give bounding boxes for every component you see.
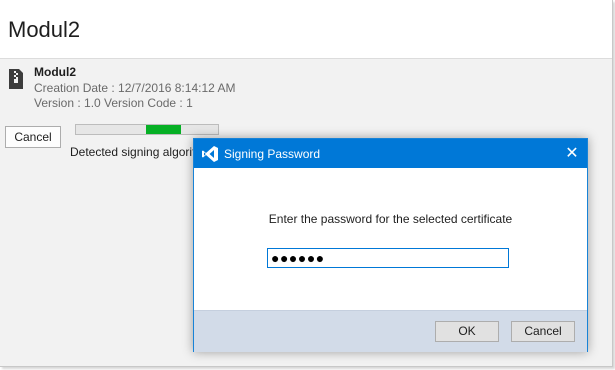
close-icon[interactable]: ✕ [557, 139, 587, 168]
dialog-title-bar[interactable]: Signing Password ✕ [194, 139, 587, 168]
password-field[interactable]: ●●●●●● [267, 248, 509, 268]
creation-date: Creation Date : 12/7/2016 8:14:12 AM [34, 81, 236, 95]
version-info: Version : 1.0 Version Code : 1 [34, 96, 193, 110]
page-header: Modul2 [0, 0, 612, 59]
signing-password-dialog: Signing Password ✕ Enter the password fo… [193, 138, 588, 352]
visual-studio-icon [202, 146, 218, 162]
item-name: Modul2 [34, 65, 76, 79]
cancel-button[interactable]: Cancel [5, 126, 61, 148]
dialog-title: Signing Password [224, 147, 321, 161]
status-text: Detected signing algorithm [70, 145, 194, 159]
progress-fill [145, 125, 182, 134]
password-prompt: Enter the password for the selected cert… [268, 212, 513, 226]
progress-bar [75, 124, 219, 135]
page-title: Modul2 [8, 17, 81, 42]
archive-icon [9, 69, 23, 89]
ok-button[interactable]: OK [435, 321, 499, 342]
dialog-footer: OK Cancel [194, 310, 587, 352]
dialog-cancel-button[interactable]: Cancel [511, 321, 575, 342]
